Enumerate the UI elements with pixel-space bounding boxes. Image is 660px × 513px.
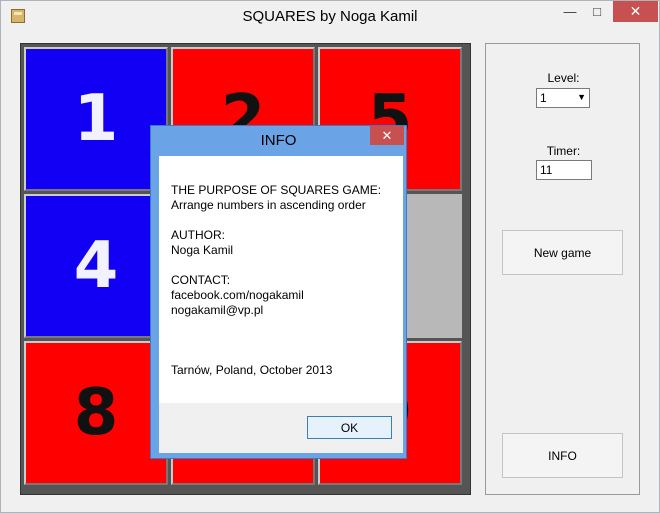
ok-button[interactable]: OK — [307, 416, 392, 439]
info-button[interactable]: INFO — [502, 433, 623, 478]
control-panel: Level: 1 ▼ Timer: 11 New game INFO — [485, 43, 640, 495]
dialog-body: THE PURPOSE OF SQUARES GAME: Arrange num… — [159, 156, 403, 403]
minimize-icon: — — [563, 4, 577, 19]
new-game-button[interactable]: New game — [502, 230, 623, 275]
tile-4[interactable]: 4 — [24, 194, 168, 338]
level-select[interactable]: 1 ▼ — [536, 88, 590, 108]
dialog-close-button[interactable]: ✕ — [370, 126, 404, 145]
dialog-title: INFO — [260, 132, 297, 149]
close-icon: ✕ — [381, 128, 393, 143]
author-name: Noga Kamil — [171, 243, 234, 257]
tile-number: 1 — [73, 82, 119, 156]
level-value: 1 — [540, 91, 547, 105]
purpose-text: Arrange numbers in ascending order — [171, 198, 366, 212]
close-icon: ✕ — [629, 3, 642, 19]
maximize-button[interactable]: □ — [584, 1, 610, 22]
tile-1[interactable]: 1 — [24, 47, 168, 191]
level-label: Level: — [547, 71, 580, 85]
title-bar[interactable]: SQUARES by Noga Kamil — □ ✕ — [1, 1, 659, 32]
tile-number: 4 — [73, 229, 119, 303]
timer-field[interactable]: 11 — [536, 160, 592, 180]
game-window: SQUARES by Noga Kamil — □ ✕ 1 2 5 4 8 9 … — [0, 0, 660, 513]
dialog-footer: OK — [159, 403, 403, 453]
info-dialog: INFO ✕ THE PURPOSE OF SQUARES GAME: Arra… — [150, 125, 407, 459]
chevron-down-icon: ▼ — [577, 92, 586, 102]
minimize-button[interactable]: — — [557, 1, 583, 22]
author-heading: AUTHOR: — [171, 228, 225, 242]
tile-number: 8 — [73, 376, 119, 450]
contact-email: nogakamil@vp.pl — [171, 303, 264, 317]
tile-8[interactable]: 8 — [24, 341, 168, 485]
contact-heading: CONTACT: — [171, 273, 231, 287]
location-date: Tarnów, Poland, October 2013 — [171, 363, 333, 377]
purpose-heading: THE PURPOSE OF SQUARES GAME: — [171, 183, 382, 197]
contact-facebook: facebook.com/nogakamil — [171, 288, 304, 302]
timer-label: Timer: — [546, 144, 581, 158]
maximize-icon: □ — [593, 4, 601, 19]
close-button[interactable]: ✕ — [613, 1, 658, 22]
